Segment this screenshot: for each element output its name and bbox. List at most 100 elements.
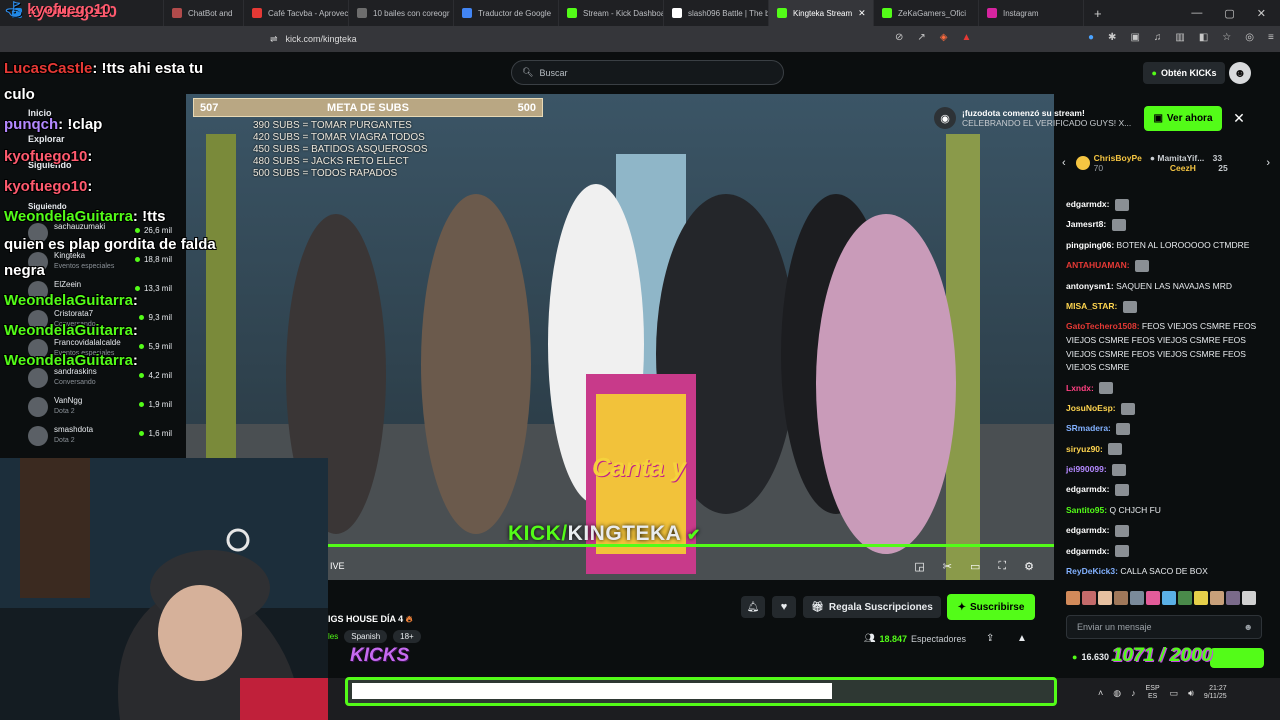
minimize-icon[interactable]: — [1191, 7, 1202, 19]
address-bar[interactable]: ⇌ kick.com/kingteka [270, 30, 890, 48]
volume-icon[interactable]: 🔊︎ [1188, 688, 1194, 699]
stream-category[interactable]: les [328, 632, 338, 641]
screenshot-icon[interactable]: ▣ [1130, 32, 1139, 43]
chat-username[interactable]: GatoTechero1508: [1066, 321, 1140, 331]
close-notification-icon[interactable]: ✕ [1229, 108, 1249, 128]
browser-tab[interactable]: slash096 Battle | The b [664, 0, 769, 26]
menu-icon[interactable]: ≡ [1268, 32, 1274, 43]
browser-tab[interactable]: ChatBot and [164, 0, 244, 26]
sidebar-channel[interactable]: VanNgg Dota 2 1,9 mil [28, 394, 178, 420]
chat-send-button[interactable] [1210, 648, 1264, 668]
emote-icon[interactable] [1082, 591, 1096, 605]
browser-tab[interactable]: Instagram [979, 0, 1084, 26]
chat-username[interactable]: jei990099: [1066, 464, 1107, 474]
settings-icon[interactable]: ⚙ [1024, 560, 1034, 573]
emote-icon[interactable] [1146, 591, 1160, 605]
tab-close-icon[interactable]: ✕ [858, 8, 866, 19]
chat-username[interactable]: ANTAHUAMAN: [1066, 260, 1130, 270]
emote-icon[interactable] [1162, 591, 1176, 605]
language-indicator[interactable]: ESP ES [1146, 685, 1160, 701]
clock[interactable]: 21:27 9/11/25 [1204, 685, 1227, 701]
chat-username[interactable]: Lxndx: [1066, 383, 1094, 393]
fullscreen-icon[interactable]: ⛶ [998, 560, 1006, 573]
tab-label: Instagram [1003, 8, 1039, 18]
chat-username[interactable]: MISA_STAR: [1066, 301, 1117, 311]
vpn-icon[interactable]: ◎ [1245, 32, 1254, 43]
sidebar-icon[interactable]: ▥ [1175, 32, 1184, 43]
miniplayer-icon[interactable]: ◲ [914, 560, 924, 573]
chat-username[interactable]: Santito95: [1066, 505, 1107, 515]
browser-tab[interactable]: Kingteka Stream ✕ [769, 0, 874, 26]
watch-now-button[interactable]: ▣ Ver ahora [1144, 106, 1222, 131]
emote-icon[interactable] [1210, 591, 1224, 605]
music-icon[interactable]: ♫ [1154, 32, 1162, 43]
kicks-balance[interactable]: ● 16.630 [1072, 652, 1109, 662]
chevron-up-icon[interactable]: ˄ [1098, 688, 1103, 698]
chat-username[interactable]: edgarmdx: [1066, 546, 1109, 556]
video-progress[interactable] [328, 544, 1054, 547]
theater-icon[interactable]: ▭ [970, 560, 980, 573]
sidebar-item-explorar[interactable]: Explorar [28, 134, 65, 144]
clip-icon[interactable]: ✂ [943, 560, 952, 573]
subscribe-button[interactable]: ✦ Suscribirse [947, 594, 1035, 620]
chat-username[interactable]: siryuz90: [1066, 444, 1103, 454]
gift-subs-button[interactable]: 🎁︎ Regala Suscripciones [803, 596, 941, 618]
puzzle-icon[interactable]: ✱ [1108, 32, 1116, 43]
emote-icon[interactable] [1114, 591, 1128, 605]
network-icon[interactable]: ◍ [1113, 688, 1121, 699]
chat-username[interactable]: JosuNoEsp: [1066, 403, 1116, 413]
chat-username[interactable]: antonysm1: [1066, 281, 1114, 291]
chat-input[interactable]: Enviar un mensaje ☻ [1066, 615, 1262, 639]
emote-icon[interactable] [1178, 591, 1192, 605]
wallet-icon[interactable]: ◧ [1199, 32, 1208, 43]
brave-shield-icon[interactable]: ◈ [940, 32, 948, 43]
share-icon[interactable]: ↗ [917, 32, 925, 43]
channel-name: VanNgg [54, 396, 83, 405]
browser-tab[interactable]: 10 bailes con coreogr [349, 0, 454, 26]
emote-icon[interactable] [1098, 591, 1112, 605]
search-input[interactable]: 🔍︎ Buscar [511, 60, 784, 85]
site-info-icon[interactable]: ⇌ [270, 34, 278, 45]
tag-language[interactable]: Spanish [344, 630, 388, 643]
emote-icon[interactable] [1130, 591, 1144, 605]
user-avatar[interactable]: ☻ [1229, 62, 1251, 84]
chat-username[interactable]: edgarmdx: [1066, 525, 1109, 535]
chevron-right-icon[interactable]: › [1266, 157, 1270, 169]
chat-username[interactable]: pingping06: [1066, 240, 1114, 250]
mic-icon[interactable]: ♪ [1131, 688, 1136, 698]
new-tab-icon[interactable]: + [1094, 6, 1102, 21]
close-window-icon[interactable]: ✕ [1257, 7, 1266, 20]
report-icon[interactable]: ▲ [1017, 633, 1027, 644]
star-icon[interactable]: ☆ [1222, 32, 1231, 43]
emoji-icon[interactable]: ☻ [1244, 622, 1253, 632]
extension-icon[interactable]: ● [1088, 32, 1094, 43]
emote-icon[interactable] [1226, 591, 1240, 605]
browser-tab[interactable]: Traductor de Google [454, 0, 559, 26]
warning-icon[interactable]: ▲ [961, 32, 971, 43]
chat-username[interactable]: edgarmdx: [1066, 484, 1109, 494]
maximize-icon[interactable]: ▢ [1224, 7, 1234, 20]
chat-username[interactable]: ReyDeKick3: [1066, 566, 1118, 576]
emote-icon[interactable] [1066, 591, 1080, 605]
emote-icon[interactable] [1194, 591, 1208, 605]
share-stream-icon[interactable]: ⇪ [986, 633, 994, 644]
gifter-2[interactable]: ● MamitaYif... 33 CeezH 25 [1150, 153, 1228, 173]
tab-label: slash096 Battle | The b [688, 8, 769, 18]
browser-tab[interactable]: ZeKaGamers_Ofici [874, 0, 979, 26]
emote-icon[interactable] [1242, 591, 1256, 605]
browser-tab[interactable]: Stream - Kick Dashboa [559, 0, 664, 26]
chat-username[interactable]: Jamesrt8: [1066, 219, 1106, 229]
chevron-left-icon[interactable]: ‹ [1062, 157, 1066, 169]
sidebar-channel[interactable]: smashdota Dota 2 1,6 mil [28, 423, 178, 449]
chat-username[interactable]: edgarmdx: [1066, 199, 1109, 209]
browser-tab[interactable]: Café Tacvba - Aprovec [244, 0, 349, 26]
display-icon[interactable]: ▭ [1170, 688, 1179, 699]
tag-mature[interactable]: 18+ [393, 630, 421, 643]
get-kicks-button[interactable]: ● Obtén KICKs [1143, 62, 1225, 84]
translate-icon[interactable]: ⊘ [895, 32, 903, 43]
gifter-1[interactable]: ChrisBoyPe 70 [1075, 153, 1142, 173]
url-text[interactable]: kick.com/kingteka [286, 34, 357, 44]
chat-username[interactable]: SRmadera: [1066, 423, 1111, 433]
notifications-bell-icon[interactable]: 🔔︎ [741, 596, 765, 618]
follow-heart-icon[interactable]: ♥ [772, 596, 796, 618]
